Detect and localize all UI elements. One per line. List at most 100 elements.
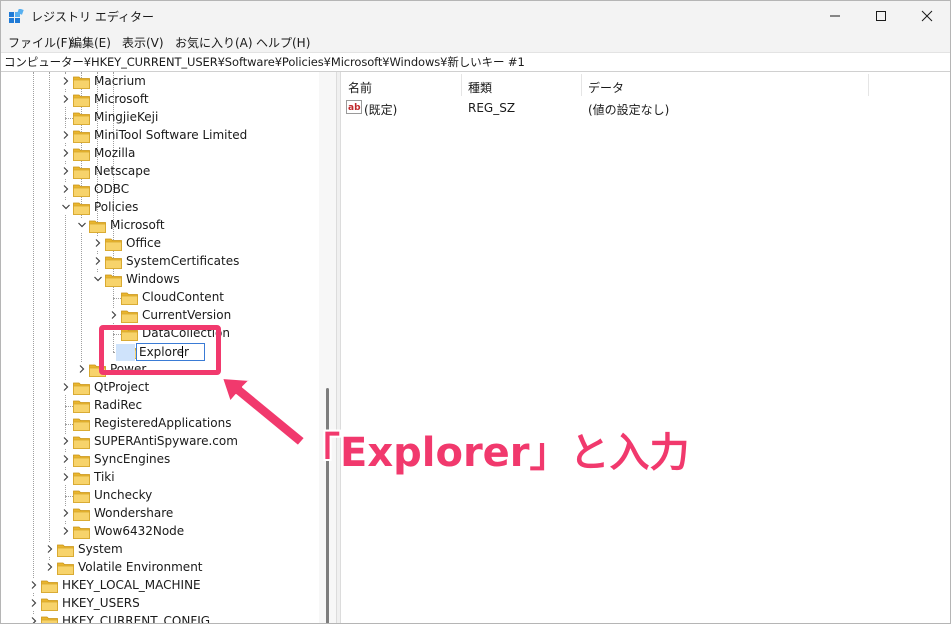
tree-item-label: Tiki: [94, 470, 115, 484]
minimize-button[interactable]: [812, 0, 858, 32]
chevron-right-icon[interactable]: [61, 94, 71, 104]
chevron-down-icon[interactable]: [61, 202, 71, 212]
chevron-right-icon[interactable]: [61, 436, 71, 446]
tree-item[interactable]: MiniTool Software Limited: [0, 127, 320, 145]
chevron-right-icon[interactable]: [61, 454, 71, 464]
menu-favorites[interactable]: お気に入り(A): [175, 34, 253, 51]
column-separator[interactable]: [868, 74, 869, 96]
folder-icon: [73, 454, 90, 467]
chevron-right-icon[interactable]: [61, 526, 71, 536]
tree-item[interactable]: SystemCertificates: [0, 253, 320, 271]
string-value-icon: ab: [346, 100, 362, 114]
chevron-right-icon[interactable]: [45, 544, 55, 554]
tree-item[interactable]: HKEY_CURRENT_CONFIG: [0, 613, 320, 624]
column-separator[interactable]: [461, 74, 462, 96]
tree-item-label: QtProject: [94, 380, 150, 394]
column-header-type[interactable]: 種類: [468, 79, 492, 96]
tree-item[interactable]: HKEY_LOCAL_MACHINE: [0, 577, 320, 595]
highlight-box: [99, 325, 221, 375]
folder-icon: [73, 436, 90, 449]
tree-item[interactable]: Mozilla: [0, 145, 320, 163]
tree-item[interactable]: Volatile Environment: [0, 559, 320, 577]
tree-item-label: RadiRec: [94, 398, 143, 412]
tree-item[interactable]: Wow6432Node: [0, 523, 320, 541]
tree-item-label: MiniTool Software Limited: [94, 128, 248, 142]
chevron-right-icon[interactable]: [61, 382, 71, 392]
chevron-right-icon[interactable]: [29, 598, 39, 608]
chevron-right-icon[interactable]: [93, 256, 103, 266]
tree-item-label: Unchecky: [94, 488, 153, 502]
callout-text: 「Explorer」と入力: [300, 430, 690, 476]
chevron-right-icon[interactable]: [61, 508, 71, 518]
menu-help[interactable]: ヘルプ(H): [256, 34, 310, 51]
tree-item[interactable]: Microsoft: [0, 91, 320, 109]
tree-item-label: MingjieKeji: [94, 110, 159, 124]
value-name[interactable]: (既定): [364, 101, 397, 118]
column-header-data[interactable]: データ: [588, 79, 624, 96]
tree-item-label: Wondershare: [94, 506, 174, 520]
chevron-down-icon[interactable]: [93, 274, 103, 284]
folder-icon: [73, 382, 90, 395]
tree-item-label: Volatile Environment: [78, 560, 203, 574]
tree-item-label: Office: [126, 236, 162, 250]
menu-view[interactable]: 表示(V): [122, 34, 164, 51]
tree-item[interactable]: CurrentVersion: [0, 307, 320, 325]
tree-item[interactable]: Microsoft: [0, 217, 320, 235]
chevron-right-icon[interactable]: [61, 166, 71, 176]
tree-item[interactable]: Netscape: [0, 163, 320, 181]
chevron-right-icon[interactable]: [61, 76, 71, 86]
tree-item[interactable]: ODBC: [0, 181, 320, 199]
folder-icon: [89, 220, 106, 233]
folder-icon: [121, 292, 138, 305]
folder-icon: [105, 274, 122, 287]
chevron-right-icon[interactable]: [93, 238, 103, 248]
folder-icon: [73, 490, 90, 503]
tree-item[interactable]: Unchecky: [0, 487, 320, 505]
tree-item-label: Wow6432Node: [94, 524, 185, 538]
tree-item-label: Policies: [94, 200, 139, 214]
tree-item[interactable]: MingjieKeji: [0, 109, 320, 127]
chevron-right-icon[interactable]: [77, 364, 87, 374]
tree-item[interactable]: Tiki: [0, 469, 320, 487]
tree-item[interactable]: Policies: [0, 199, 320, 217]
tree-item-label: CloudContent: [142, 290, 225, 304]
value-list[interactable]: [341, 72, 951, 624]
column-header-name[interactable]: 名前: [348, 79, 372, 96]
chevron-right-icon[interactable]: [109, 310, 119, 320]
column-separator[interactable]: [581, 74, 582, 96]
tree-item[interactable]: Macrium: [0, 73, 320, 91]
svg-text:ab: ab: [348, 103, 361, 113]
tree-item[interactable]: HKEY_USERS: [0, 595, 320, 613]
folder-icon: [57, 562, 74, 575]
chevron-down-icon[interactable]: [77, 220, 87, 230]
chevron-right-icon[interactable]: [29, 616, 39, 624]
folder-icon: [73, 166, 90, 179]
folder-icon: [57, 544, 74, 557]
folder-icon: [105, 256, 122, 269]
tree-item[interactable]: Office: [0, 235, 320, 253]
tree-item[interactable]: Wondershare: [0, 505, 320, 523]
chevron-right-icon[interactable]: [61, 472, 71, 482]
chevron-right-icon[interactable]: [45, 562, 55, 572]
chevron-right-icon[interactable]: [61, 148, 71, 158]
folder-icon: [41, 580, 58, 593]
close-button[interactable]: [904, 0, 950, 32]
chevron-right-icon[interactable]: [61, 184, 71, 194]
menu-edit[interactable]: 編集(E): [70, 34, 111, 51]
menu-file[interactable]: ファイル(F): [8, 34, 72, 51]
close-icon: [921, 10, 933, 22]
folder-icon: [121, 310, 138, 323]
value-data: (値の設定なし): [588, 103, 670, 117]
folder-icon: [73, 418, 90, 431]
value-type: REG_SZ: [468, 101, 516, 115]
chevron-right-icon[interactable]: [29, 580, 39, 590]
chevron-right-icon[interactable]: [61, 130, 71, 140]
tree-item[interactable]: CloudContent: [0, 289, 320, 307]
folder-icon: [105, 238, 122, 251]
tree-item[interactable]: Windows: [0, 271, 320, 289]
folder-icon: [73, 148, 90, 161]
folder-icon: [73, 472, 90, 485]
tree-item[interactable]: System: [0, 541, 320, 559]
maximize-button[interactable]: [858, 0, 904, 32]
tree-item-label: ODBC: [94, 182, 130, 196]
